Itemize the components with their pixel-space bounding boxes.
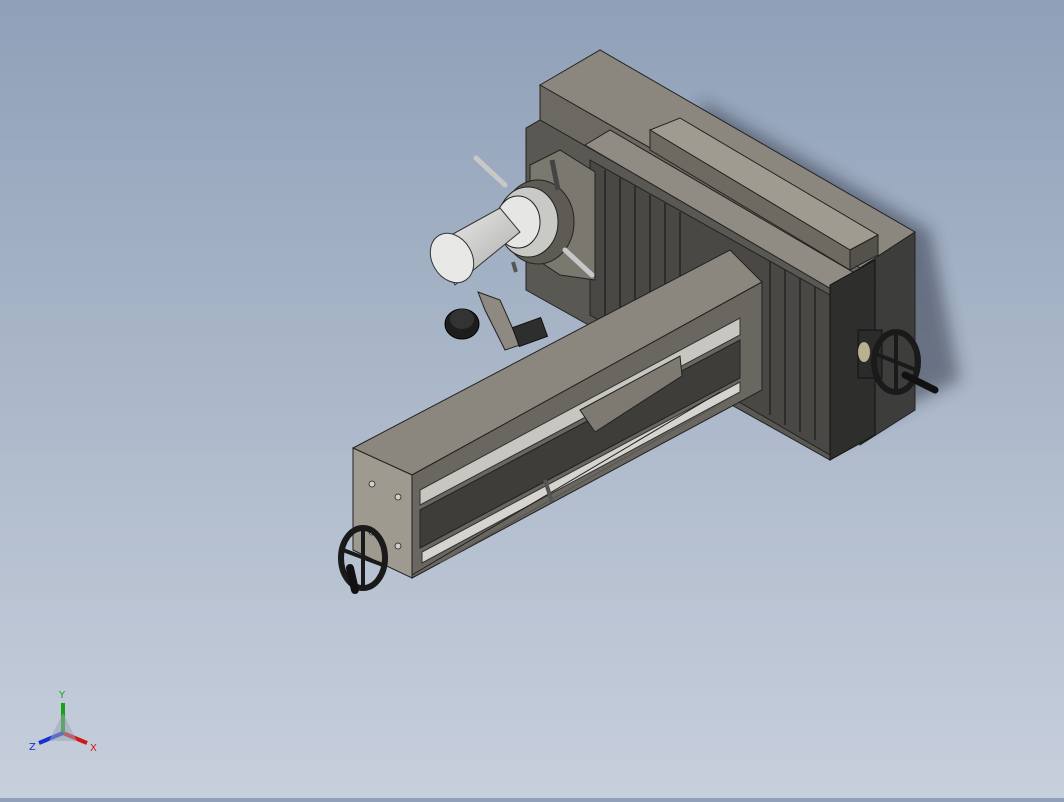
- triad-x-label: X: [90, 743, 97, 754]
- triad-z-label: Z: [29, 742, 36, 753]
- feed-knob[interactable]: [444, 291, 549, 351]
- spindle-head[interactable]: [422, 149, 596, 291]
- view-orientation-triad[interactable]: X Y Z: [25, 685, 105, 755]
- cad-model-view[interactable]: [0, 0, 1064, 798]
- triad-center-cone: [49, 713, 77, 741]
- triad-y-label: Y: [58, 690, 66, 701]
- graphics-viewport[interactable]: [0, 0, 1064, 798]
